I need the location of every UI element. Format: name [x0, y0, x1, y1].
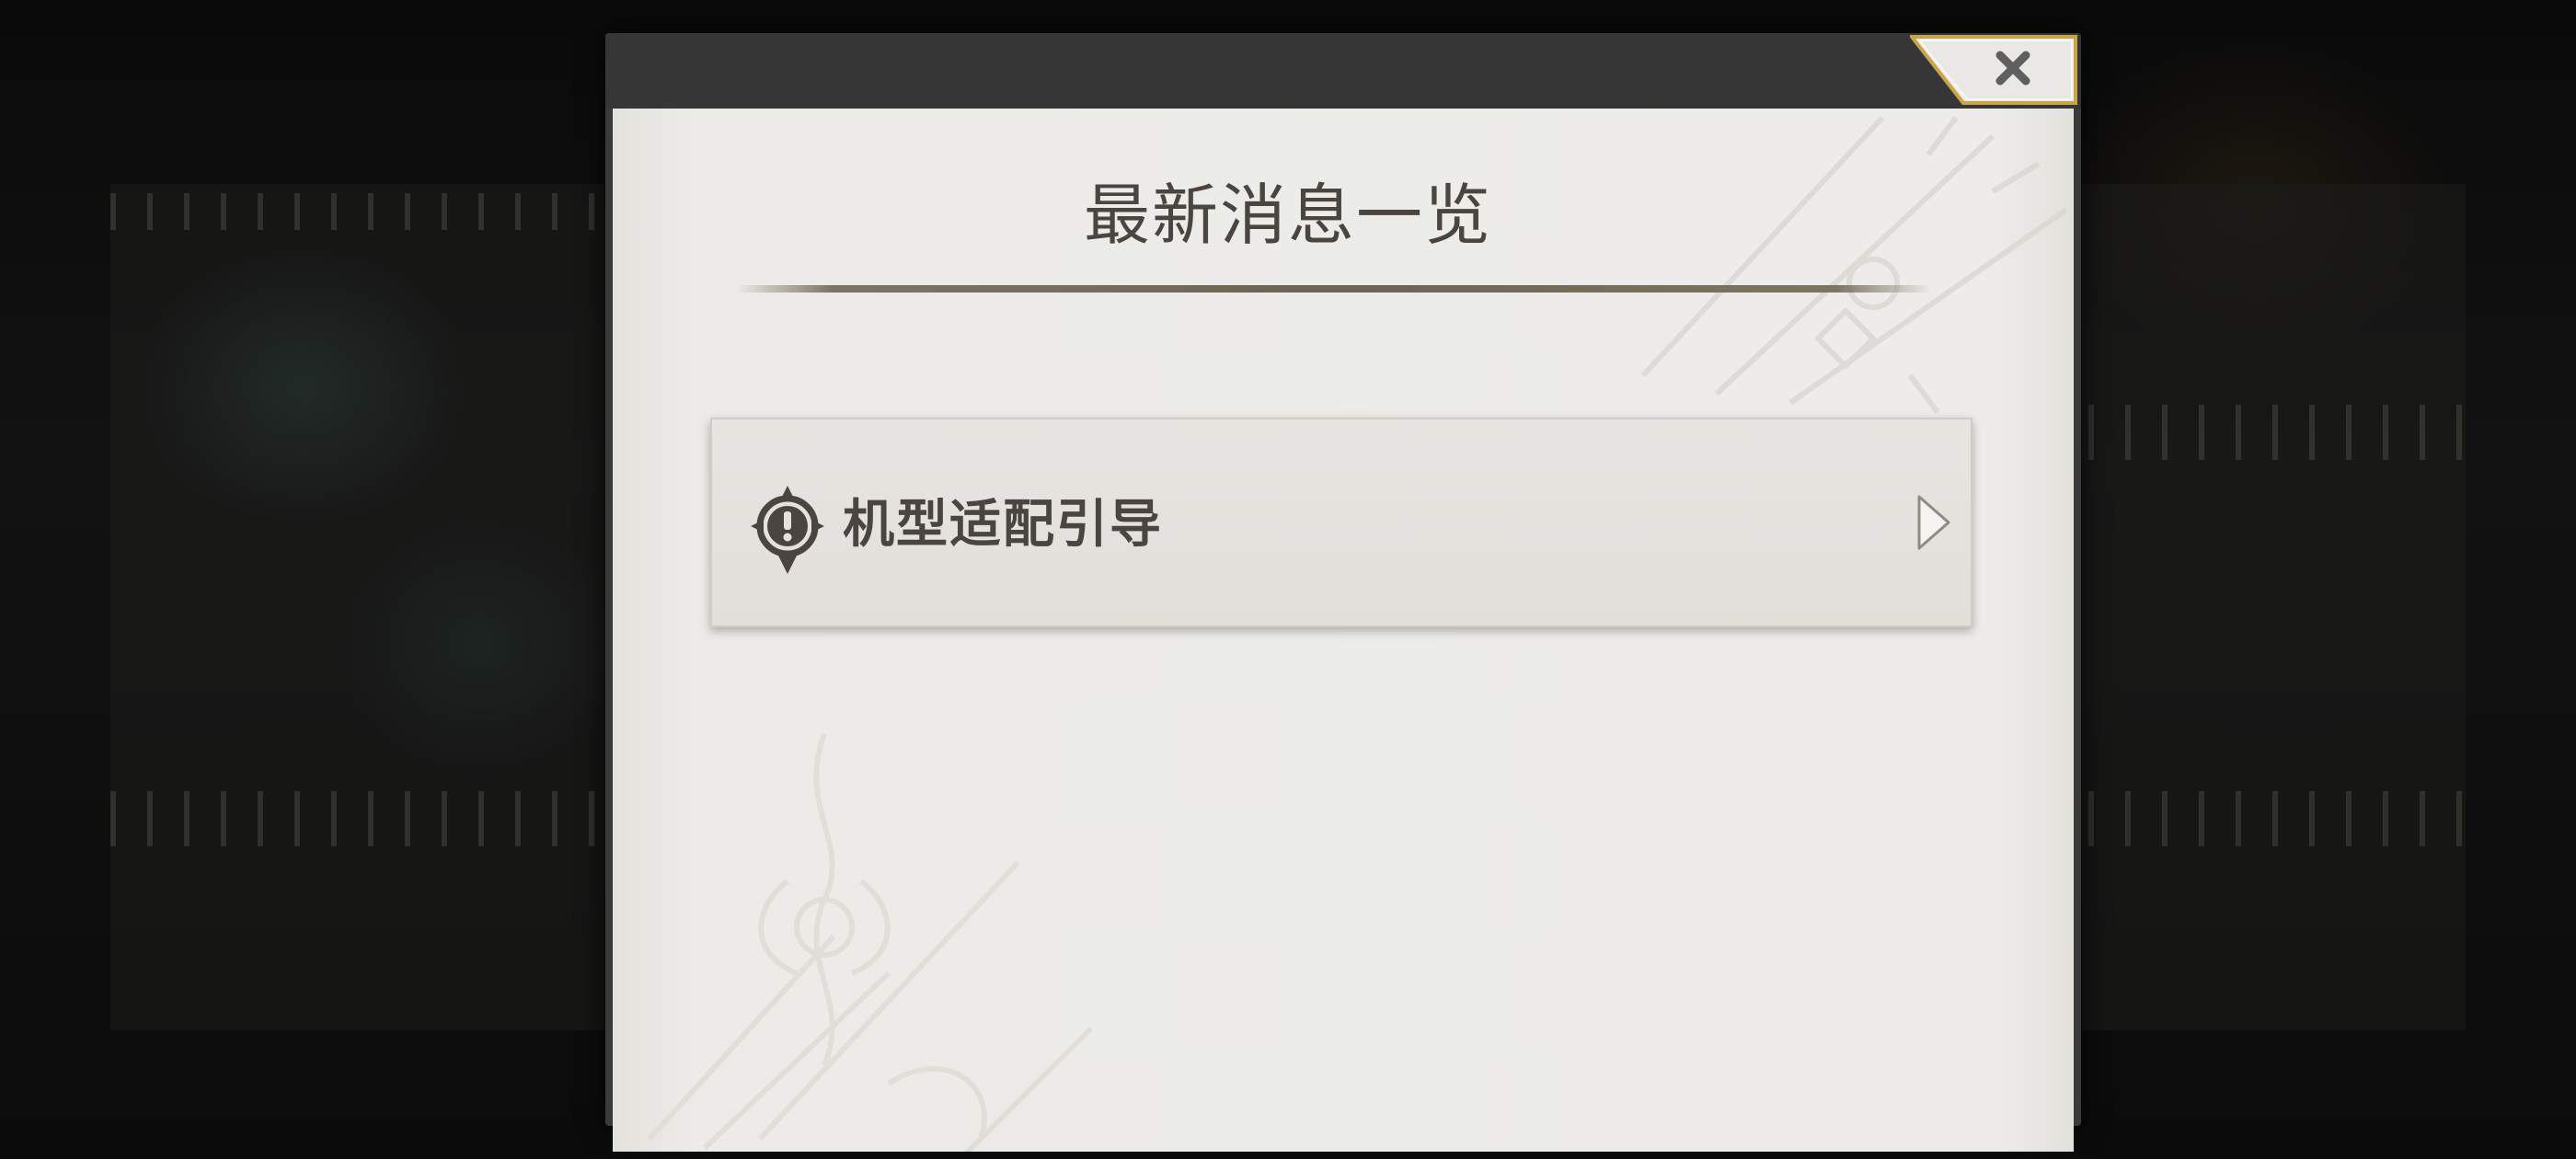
close-icon: [1910, 35, 2077, 105]
news-list-item[interactable]: 机型适配引导: [710, 418, 1972, 627]
news-item-label: 机型适配引导: [843, 495, 1163, 555]
decorative-emblem-icon: [1640, 115, 2068, 414]
background-fence: [2088, 791, 2466, 846]
dialog-body: [613, 109, 2074, 1152]
dialog-title: 最新消息一览: [1083, 177, 1492, 254]
close-button[interactable]: [1910, 35, 2077, 105]
background-fence: [110, 791, 607, 846]
dialog-titlebar: [605, 33, 2081, 109]
chevron-right-icon: [1917, 495, 1950, 550]
title-divider: [736, 285, 1932, 293]
alert-compass-icon: [751, 486, 824, 574]
decorative-emblem-icon: [647, 732, 1094, 1152]
background-fence: [2088, 405, 2466, 460]
